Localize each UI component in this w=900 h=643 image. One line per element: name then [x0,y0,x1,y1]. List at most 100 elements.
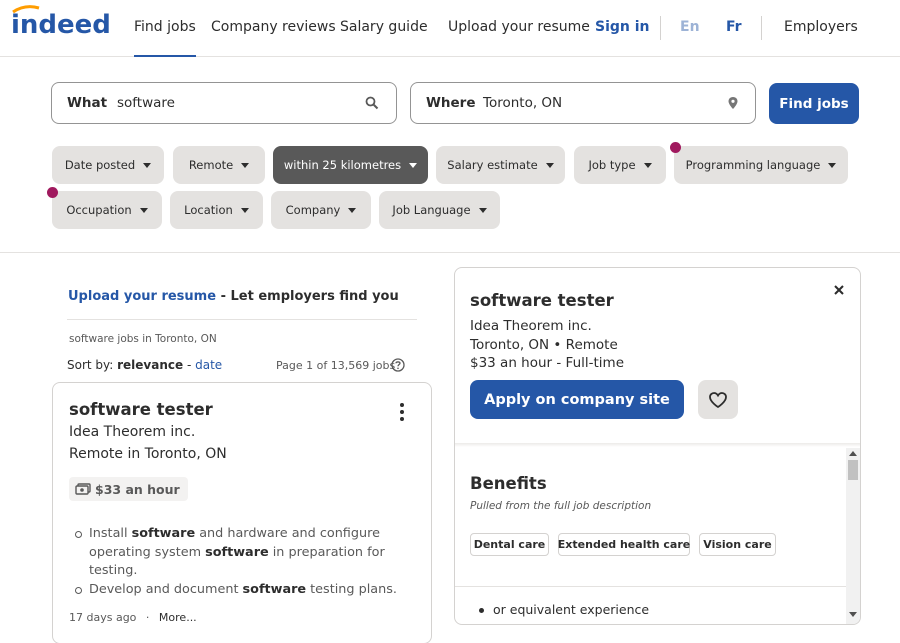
filter-label: within 25 kilometres [283,158,402,172]
search-icon [365,96,379,110]
caret-down-icon [241,162,250,168]
nav-upload-resume[interactable]: Upload your resume [448,19,590,35]
more-link[interactable]: More... [159,611,197,624]
snippet-keyword: software [205,544,269,560]
filter-programming-language[interactable]: Programming language [674,146,848,184]
divider [455,586,846,587]
where-input[interactable]: Toronto, ON [483,95,562,111]
header-divider [660,16,661,40]
benefit-badge: Vision care [699,533,776,556]
divider [67,319,417,320]
filter-distance[interactable]: within 25 kilometres [273,146,428,184]
benefit-badge: Dental care [470,533,549,556]
filter-salary-estimate[interactable]: Salary estimate [436,146,565,184]
snippet-keyword: software [131,526,196,541]
section-divider [0,252,900,253]
detail-pay: $33 an hour - Full-time [470,355,625,371]
caret-down-icon [139,207,148,213]
header-divider [761,16,762,40]
scroll-down-arrow-icon[interactable] [849,612,857,617]
where-label: Where [426,95,476,111]
filter-company[interactable]: Company [271,191,371,229]
lang-en-link[interactable]: En [680,19,700,35]
lang-fr-link[interactable]: Fr [726,19,742,35]
filter-label: Programming language [685,158,821,172]
salary-text: $33 an hour [95,481,180,497]
employers-link[interactable]: Employers [784,19,858,35]
sort-prefix: Sort by: [67,358,118,372]
top-header: indeed Find jobs Company reviews Salary … [0,0,900,57]
posted-date: 17 days ago [69,611,137,624]
filter-label: Location [184,203,233,217]
list-item: Develop and document software testing pl… [73,581,403,600]
salary-badge: $33 an hour [69,477,188,501]
filter-label: Job type [588,158,636,172]
snippet-text: Install [89,526,132,541]
footer-separator: · [145,611,150,624]
apply-company-site-button[interactable]: Apply on company site [470,380,684,419]
job-card[interactable]: software tester Idea Theorem inc. Remote… [52,382,432,643]
save-job-button[interactable] [698,380,738,419]
filter-label: Job Language [392,203,471,217]
caret-down-icon [409,162,418,168]
what-label: What [67,95,108,111]
filter-label: Occupation [66,203,132,217]
what-input[interactable]: software [117,95,175,111]
nav-salary-guide[interactable]: Salary guide [340,19,428,35]
breadcrumb: software jobs in Toronto, ON [69,333,217,345]
filter-label: Company [285,203,341,217]
sort-separator: - [183,358,196,372]
sort-control: Sort by: relevance - date [67,358,222,372]
filter-label: Salary estimate [447,158,538,172]
caret-down-icon [643,162,652,168]
snippet-keyword: software [242,581,307,597]
job-title[interactable]: software tester [69,400,213,419]
benefits-heading: Benefits [470,474,547,493]
indeed-logo[interactable]: indeed [11,4,111,40]
upload-resume-banner: Upload your resume - Let employers find … [68,289,399,304]
filter-occupation[interactable]: Occupation [52,191,162,229]
job-footer: 17 days ago · More... [69,611,197,624]
caret-down-icon [478,207,487,213]
upload-resume-link[interactable]: Upload your resume [68,289,216,304]
snippet-text: testing plans. [306,581,397,597]
company-name: Idea Theorem inc. [69,424,196,440]
sign-in-link[interactable]: Sign in [595,19,650,35]
job-detail-panel: software tester Idea Theorem inc. Toront… [454,267,861,625]
filter-job-language[interactable]: Job Language [379,191,500,229]
snippet-text: Develop and document [89,581,243,597]
panel-divider [455,443,860,447]
detail-job-title: software tester [470,291,614,310]
list-item: Install software and hardware and config… [73,525,403,581]
filter-job-type[interactable]: Job type [574,146,666,184]
where-search-field[interactable]: Where Toronto, ON [410,82,756,124]
filter-remote[interactable]: Remote [173,146,265,184]
sort-date-link[interactable]: date [195,358,222,372]
location-pin-icon [728,97,738,109]
caret-down-icon [143,162,152,168]
nav-find-jobs[interactable]: Find jobs [134,19,196,57]
nav-company-reviews[interactable]: Company reviews [211,19,336,35]
filter-date-posted[interactable]: Date posted [52,146,164,184]
description-bullet: or equivalent experience [478,602,650,617]
sort-relevance: relevance [117,358,184,372]
scrollbar[interactable] [846,448,860,624]
detail-location: Toronto, ON • Remote [470,337,618,353]
find-jobs-button[interactable]: Find jobs [769,83,859,124]
new-filter-dot [47,187,58,198]
detail-company[interactable]: Idea Theorem inc. [470,318,592,334]
money-icon [75,483,91,495]
more-options-icon[interactable] [399,402,405,422]
filter-location[interactable]: Location [170,191,263,229]
benefit-badge: Extended health care [558,533,690,556]
caret-down-icon [545,162,554,168]
scrollbar-thumb[interactable] [848,460,858,480]
close-icon[interactable] [832,283,846,297]
upload-resume-tagline: - Let employers find you [216,289,399,304]
scroll-up-arrow-icon[interactable] [849,451,857,456]
help-circle-icon[interactable] [391,358,405,372]
what-search-field[interactable]: What software [51,82,397,124]
filter-label: Date posted [64,158,136,172]
new-filter-dot [670,142,681,153]
job-snippet: Install software and hardware and config… [73,525,403,599]
